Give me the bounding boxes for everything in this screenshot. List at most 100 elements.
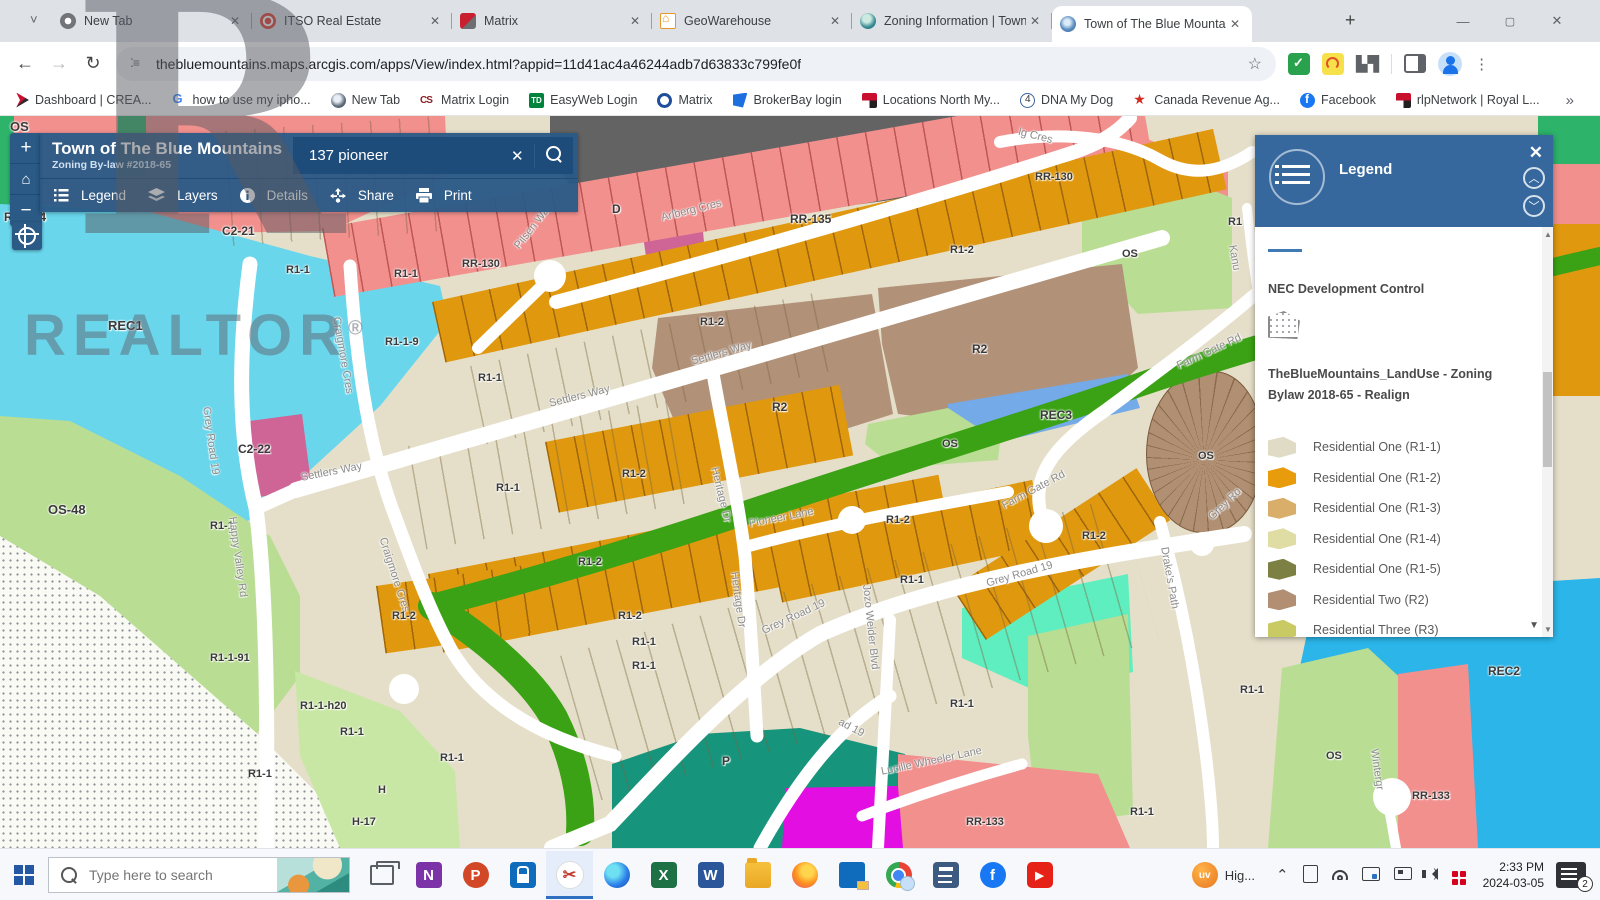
bookmark-item-2[interactable]: how to use my ipho... (172, 93, 311, 108)
search-input[interactable] (307, 146, 501, 165)
bookmark-item-6[interactable]: Matrix (657, 93, 712, 108)
bookmark-item-12[interactable]: rlpNetwork | Royal L... (1396, 93, 1540, 108)
extension-gauge-icon[interactable] (1322, 53, 1344, 75)
tab-close-icon[interactable]: ✕ (1226, 17, 1244, 31)
taskbar-search[interactable] (48, 857, 350, 893)
browser-tab-5[interactable]: Zoning Information | Town✕ (852, 0, 1052, 42)
bookmark-item-10[interactable]: Canada Revenue Ag... (1133, 93, 1280, 108)
zoom-in-button[interactable]: + (10, 133, 42, 164)
bookmark-item-1[interactable]: Dashboard | CREA... (14, 93, 152, 108)
bookmark-item-9[interactable]: DNA My Dog (1020, 93, 1113, 108)
search-clear-icon[interactable]: ✕ (501, 147, 534, 165)
browser-tab-2[interactable]: ITSO Real Estate✕ (252, 0, 452, 42)
legend-close-icon[interactable]: ✕ (1529, 143, 1543, 163)
tab-search-chevron-icon[interactable]: ˅ (30, 12, 38, 27)
volume-icon[interactable] (1426, 868, 1438, 883)
tab-close-icon[interactable]: ✕ (826, 14, 844, 28)
tray-app-label[interactable]: Hig... (1225, 868, 1255, 883)
taskbar-onenote-icon[interactable]: N (405, 851, 452, 899)
cast-icon[interactable] (1362, 867, 1380, 884)
window-close-button[interactable]: ✕ (1534, 0, 1580, 42)
reload-button[interactable]: ↻ (76, 47, 110, 81)
toolbar-share-button[interactable]: Share (330, 188, 394, 203)
taskbar-store-icon[interactable] (499, 851, 546, 899)
extensions-puzzle-icon[interactable]: ▙▜ (1356, 55, 1379, 73)
toolbar-details-button[interactable]: Details (240, 188, 308, 203)
taskbar-facebook-icon[interactable]: f (969, 851, 1016, 899)
search-submit-button[interactable] (534, 146, 573, 166)
taskbar-task-view-icon[interactable] (358, 851, 405, 899)
tablet-icon[interactable] (1303, 865, 1318, 886)
tab-close-icon[interactable]: ✕ (626, 14, 644, 28)
bookmark-item-5[interactable]: EasyWeb Login (529, 93, 637, 108)
taskbar-edge-icon[interactable] (593, 851, 640, 899)
legend-scrollbar[interactable]: ▲ ▼ (1542, 227, 1553, 637)
tray-overflow-icon[interactable]: ⌃ (1276, 866, 1289, 884)
browser-tab-1[interactable]: New Tab✕ (52, 0, 252, 42)
bookmark-item-3[interactable]: New Tab (331, 93, 400, 108)
taskbar-excel-icon[interactable]: X (640, 851, 687, 899)
taskbar-snip-icon[interactable]: ✂ (546, 851, 593, 899)
edge-icon (604, 862, 630, 888)
scroll-up-icon[interactable]: ▲ (1544, 230, 1552, 239)
taskbar-firefox-icon[interactable] (781, 851, 828, 899)
profile-avatar[interactable] (1438, 52, 1462, 76)
forward-button[interactable]: → (42, 47, 76, 81)
camera-icon[interactable] (1394, 867, 1412, 883)
window-maximize-button[interactable]: ▢ (1487, 0, 1533, 42)
browser-tab-3[interactable]: Matrix✕ (452, 0, 652, 42)
powerpoint-icon: P (463, 862, 489, 888)
toolbar-print-button[interactable]: Print (416, 188, 472, 203)
scroll-down-icon[interactable]: ▼ (1544, 625, 1552, 634)
taskbar-outlook-icon[interactable] (828, 851, 875, 899)
bookmarks-overflow-icon[interactable]: » (1566, 92, 1574, 109)
locate-button[interactable] (12, 222, 42, 250)
taskbar-powerpoint-icon[interactable]: P (452, 851, 499, 899)
clock[interactable]: 2:33 PM 2024-03-05 (1483, 859, 1544, 891)
bookmark-item-4[interactable]: Matrix Login (420, 93, 509, 108)
taskbar-calculator-icon[interactable] (922, 851, 969, 899)
start-button[interactable] (14, 865, 34, 885)
bookmark-item-7[interactable]: BrokerBay login (733, 93, 842, 108)
bookmark-item-11[interactable]: Facebook (1300, 93, 1376, 108)
security-icon[interactable] (1452, 865, 1466, 885)
back-button[interactable]: ← (8, 47, 42, 81)
legend-collapse-icon[interactable]: ︿ (1523, 167, 1545, 189)
notification-center-icon[interactable]: 2 (1556, 862, 1586, 888)
ring-icon (657, 93, 672, 108)
taskbar-chrome-profile-icon[interactable] (875, 851, 922, 899)
new-tab-button[interactable]: + (1345, 10, 1356, 31)
search-highlight-image[interactable] (277, 858, 349, 892)
tab-close-icon[interactable]: ✕ (1026, 14, 1044, 28)
legend-item-label: Residential One (R1-5) (1313, 562, 1441, 576)
browser-tab-6[interactable]: Town of The Blue Mountai✕ (1052, 6, 1252, 42)
taskbar-youtube-icon[interactable]: ▶ (1016, 851, 1063, 899)
toolbar-legend-button[interactable]: Legend (54, 188, 126, 203)
omnibox[interactable]: ⁚≡ thebluemountains.maps.arcgis.com/apps… (116, 47, 1276, 81)
url-text[interactable]: thebluemountains.maps.arcgis.com/apps/Vi… (156, 56, 801, 72)
screen: ˅ New Tab✕ITSO Real Estate✕Matrix✕GeoWar… (0, 0, 1600, 900)
map-label: R1-2 (700, 316, 724, 328)
window-minimize-button[interactable]: — (1440, 0, 1486, 42)
tray-app-icon[interactable]: uv (1192, 862, 1218, 888)
browser-tab-4[interactable]: GeoWarehouse✕ (652, 0, 852, 42)
extension-check-icon[interactable] (1288, 53, 1310, 75)
scrollbar-thumb[interactable] (1543, 372, 1552, 467)
chrome-profile-icon (886, 862, 912, 888)
tab-close-icon[interactable]: ✕ (426, 14, 444, 28)
bookmark-star-icon[interactable]: ☆ (1248, 54, 1262, 74)
taskbar-search-input[interactable] (87, 866, 251, 884)
side-panel-icon[interactable] (1404, 54, 1426, 73)
taskbar-explorer-icon[interactable] (734, 851, 781, 899)
bookmark-item-8[interactable]: Locations North My... (862, 93, 1000, 108)
map-canvas[interactable]: OSRR-h24REC1C2-21R1-1R1-1RR-130R1-1-9R1-… (0, 116, 1600, 848)
legend-more-icon[interactable]: ▼ (1529, 620, 1539, 631)
browser-menu-icon[interactable]: ⋮ (1474, 55, 1489, 73)
legend-expand-icon[interactable]: ﹀ (1523, 195, 1545, 217)
wifi-icon[interactable] (1332, 868, 1348, 883)
taskbar-word-icon[interactable]: W (687, 851, 734, 899)
toolbar-layers-button[interactable]: Layers (148, 188, 218, 203)
tab-close-icon[interactable]: ✕ (226, 14, 244, 28)
site-settings-icon[interactable]: ⁚≡ (130, 56, 146, 72)
home-button[interactable]: ⌂ (10, 164, 42, 195)
